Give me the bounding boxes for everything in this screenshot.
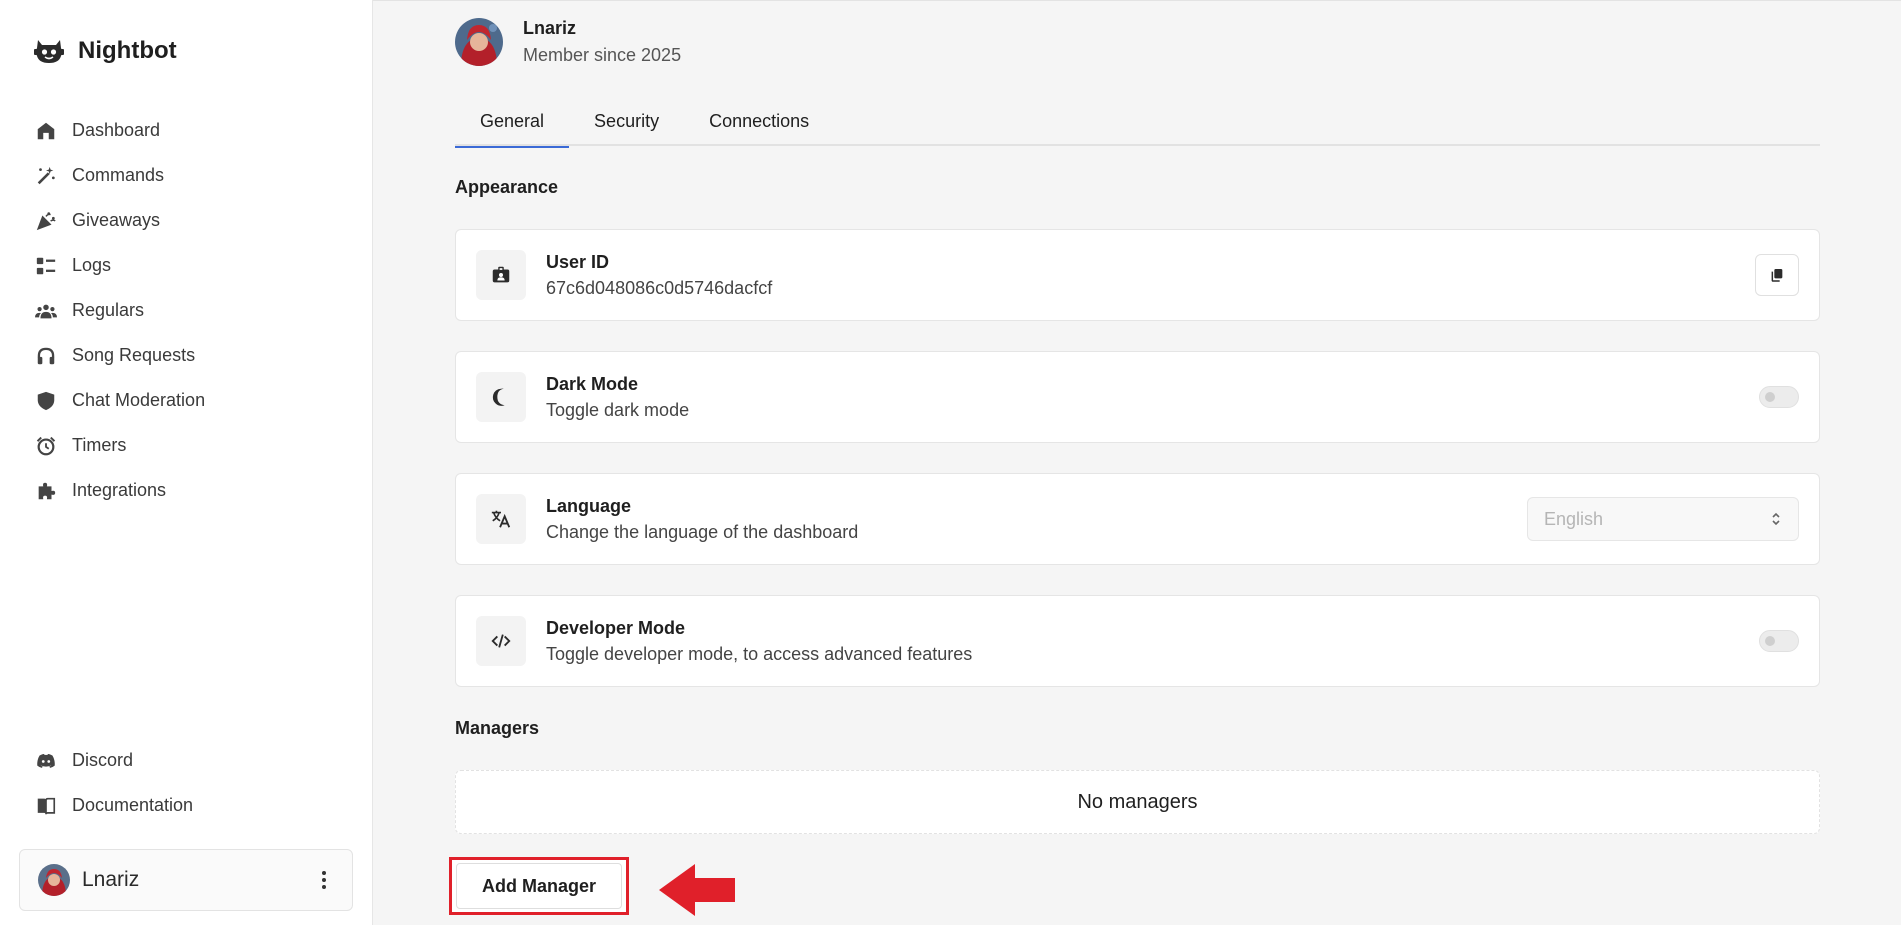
dark-mode-toggle[interactable]	[1759, 386, 1799, 408]
sidebar-item-discord[interactable]: Discord	[34, 738, 354, 783]
user-id-title: User ID	[546, 251, 610, 272]
sidebar-item-label: Documentation	[72, 795, 194, 815]
code-icon	[476, 616, 526, 666]
language-text: Language Change the language of the dash…	[546, 496, 1527, 543]
sidebar-item-dashboard[interactable]: Dashboard	[34, 108, 354, 153]
profile-info: Lnariz Member since 2025	[523, 18, 681, 66]
shield-icon	[34, 389, 58, 413]
sidebar-item-label: Giveaways	[72, 210, 161, 230]
sidebar-item-chat-moderation[interactable]: Chat Moderation	[34, 378, 354, 423]
moon-icon	[476, 372, 526, 422]
sidebar-user-card[interactable]: Lnariz	[19, 849, 353, 911]
headphones-icon	[34, 344, 58, 368]
developer-mode-title: Developer Mode	[546, 617, 686, 638]
developer-mode-text: Developer Mode Toggle developer mode, to…	[546, 618, 1759, 665]
language-select-value: English	[1544, 508, 1604, 529]
sidebar-item-label: Dashboard	[72, 120, 161, 140]
book-icon	[34, 794, 58, 818]
sidebar-item-label: Logs	[72, 255, 112, 275]
puzzle-icon	[34, 479, 58, 503]
nightbot-logo-icon	[34, 40, 64, 63]
language-select[interactable]: English	[1527, 497, 1799, 541]
sidebar-item-song-requests[interactable]: Song Requests	[34, 333, 354, 378]
arrow-left-icon	[659, 864, 735, 916]
home-icon	[34, 119, 58, 143]
sidebar-item-logs[interactable]: Logs	[34, 243, 354, 288]
language-title: Language	[546, 495, 632, 516]
profile-name: Lnariz	[523, 18, 577, 38]
tab-security[interactable]: Security	[569, 100, 684, 146]
dark-mode-card: Dark Mode Toggle dark mode	[455, 351, 1820, 443]
dark-mode-text: Dark Mode Toggle dark mode	[546, 374, 1759, 421]
sidebar-item-label: Discord	[72, 750, 134, 770]
list-icon	[34, 254, 58, 278]
developer-mode-desc: Toggle developer mode, to access advance…	[546, 643, 973, 664]
sidebar-item-label: Commands	[72, 165, 165, 185]
sidebar-item-giveaways[interactable]: Giveaways	[34, 198, 354, 243]
sidebar-item-timers[interactable]: Timers	[34, 423, 354, 468]
party-popper-icon	[34, 209, 58, 233]
sidebar-item-label: Integrations	[72, 480, 167, 500]
brand[interactable]: Nightbot	[32, 34, 177, 68]
copy-icon	[1771, 269, 1783, 282]
magic-wand-icon	[34, 164, 58, 188]
appearance-heading: Appearance	[455, 177, 559, 197]
sidebar-item-label: Chat Moderation	[72, 390, 206, 410]
alarm-clock-icon	[34, 434, 58, 458]
sidebar-item-label: Regulars	[72, 300, 145, 320]
profile-member-since: Member since 2025	[523, 45, 682, 65]
discord-icon	[34, 749, 58, 773]
chevron-up-down-icon	[1772, 512, 1780, 526]
id-badge-icon	[476, 250, 526, 300]
sidebar: Nightbot Dashboard Commands Giveaways Lo…	[0, 0, 373, 925]
developer-mode-card: Developer Mode Toggle developer mode, to…	[455, 595, 1820, 687]
managers-empty-state: No managers	[455, 770, 1820, 834]
app-name: Nightbot	[78, 37, 177, 64]
tab-connections[interactable]: Connections	[684, 100, 834, 146]
tab-general[interactable]: General	[455, 100, 570, 148]
sidebar-item-regulars[interactable]: Regulars	[34, 288, 354, 333]
more-options-icon[interactable]	[314, 868, 334, 892]
sidebar-item-label: Song Requests	[72, 345, 196, 365]
sidebar-item-documentation[interactable]: Documentation	[34, 783, 354, 828]
avatar	[38, 864, 70, 896]
dark-mode-desc: Toggle dark mode	[546, 399, 690, 420]
dark-mode-title: Dark Mode	[546, 373, 639, 394]
add-manager-button[interactable]: Add Manager	[456, 863, 622, 909]
settings-tabs: General Security Connections	[455, 100, 1820, 148]
sidebar-nav: Dashboard Commands Giveaways Logs Regula…	[34, 108, 354, 513]
user-id-card: User ID 67c6d048086c0d5746dacfcf	[455, 229, 1820, 321]
sidebar-item-integrations[interactable]: Integrations	[34, 468, 354, 513]
sidebar-bottom-nav: Discord Documentation	[34, 738, 354, 828]
language-desc: Change the language of the dashboard	[546, 521, 859, 542]
user-id-value: 67c6d048086c0d5746dacfcf	[546, 277, 773, 298]
sidebar-user-name: Lnariz	[82, 868, 140, 891]
user-id-text: User ID 67c6d048086c0d5746dacfcf	[546, 252, 1755, 299]
developer-mode-toggle[interactable]	[1759, 630, 1799, 652]
add-manager-highlight: Add Manager	[449, 857, 629, 915]
language-card: Language Change the language of the dash…	[455, 473, 1820, 565]
profile-header: Lnariz Member since 2025	[455, 18, 681, 66]
users-icon	[34, 299, 58, 323]
managers-heading: Managers	[455, 718, 540, 738]
sidebar-item-label: Timers	[72, 435, 127, 455]
copy-user-id-button[interactable]	[1755, 254, 1799, 296]
profile-avatar	[455, 18, 503, 66]
translate-icon	[476, 494, 526, 544]
sidebar-item-commands[interactable]: Commands	[34, 153, 354, 198]
